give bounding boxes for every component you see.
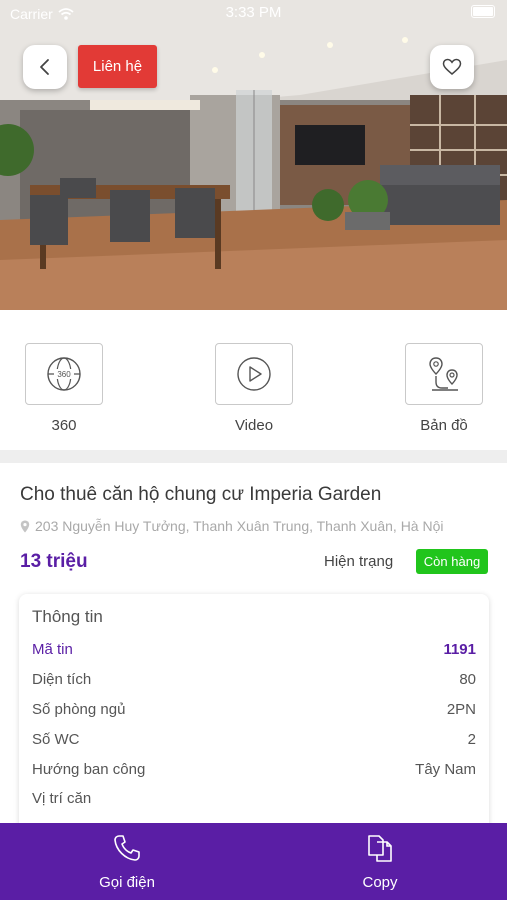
info-row-bathrooms: Số WC 2: [32, 729, 476, 753]
call-button[interactable]: Gọi điện: [0, 823, 254, 900]
copy-icon: [368, 835, 392, 862]
copy-button[interactable]: Copy: [253, 823, 507, 900]
info-key: Số WC: [32, 731, 80, 748]
info-key: Diện tích: [32, 671, 92, 688]
info-row-area: Diện tích 80: [32, 669, 476, 693]
chevron-left-icon: [40, 59, 49, 75]
contact-button[interactable]: Liên hệ: [78, 45, 157, 88]
play-icon: [237, 357, 271, 391]
info-key: Vị trí căn: [32, 790, 92, 807]
status-label: Hiện trạng: [324, 553, 394, 570]
media-video-box[interactable]: [215, 343, 293, 405]
back-button[interactable]: [23, 45, 67, 89]
info-row-listing-id: Mã tin 1191: [32, 639, 476, 663]
info-value: 2PN: [446, 701, 476, 718]
info-row-unit-position: Vị trí căn: [32, 788, 476, 812]
listing-title: Cho thuê căn hộ chung cư Imperia Garden: [20, 484, 382, 505]
info-key: Mã tin: [32, 641, 73, 658]
call-icon-wrap: [0, 833, 254, 863]
media-map-box[interactable]: [405, 343, 483, 405]
info-value: Tây Nam: [415, 761, 476, 778]
listing-address: 203 Nguyễn Huy Tưởng, Thanh Xuân Trung, …: [20, 518, 443, 534]
panorama-360-icon: 360: [47, 357, 81, 391]
media-360-button[interactable]: 360 360: [25, 343, 103, 434]
location-pin-icon: [20, 520, 30, 532]
favorite-button[interactable]: [430, 45, 474, 89]
svg-text:360: 360: [57, 370, 71, 379]
media-video-label: Video: [234, 417, 274, 434]
call-label: Gọi điện: [99, 874, 155, 891]
status-bar: Carrier 3:33 PM: [0, 0, 507, 26]
apartment-interior-image: [0, 0, 507, 310]
media-video-button[interactable]: Video: [215, 343, 293, 434]
copy-label: Copy: [362, 874, 398, 891]
media-360-label: 360: [51, 417, 77, 434]
status-badge: Còn hàng: [416, 549, 488, 574]
info-value: 1191: [443, 641, 476, 658]
info-value: 80: [459, 671, 476, 688]
copy-icon-wrap: [253, 833, 507, 863]
listing-price: 13 triệu: [20, 551, 88, 572]
info-card: Thông tin Mã tin 1191 Diện tích 80 Số ph…: [19, 594, 489, 854]
info-card-title: Thông tin: [32, 607, 103, 626]
heart-icon: [442, 58, 462, 75]
map-route-icon: [429, 357, 458, 391]
section-divider: [0, 450, 507, 463]
phone-icon: [114, 835, 140, 861]
media-map-label: Bản đồ: [420, 417, 468, 434]
listing-photo[interactable]: Carrier 3:33 PM Liên hệ: [0, 0, 507, 310]
info-key: Hướng ban công: [32, 761, 146, 778]
info-row-bedrooms: Số phòng ngủ 2PN: [32, 699, 476, 723]
media-360-box[interactable]: 360: [25, 343, 103, 405]
media-map-button[interactable]: Bản đồ: [405, 343, 483, 434]
media-options: 360 360 Video Bản đồ: [0, 310, 507, 450]
battery-icon: [471, 5, 495, 18]
listing-details: Cho thuê căn hộ chung cư Imperia Garden …: [0, 463, 507, 854]
bottom-action-bar: Gọi điện Copy: [0, 823, 507, 900]
address-text: 203 Nguyễn Huy Tưởng, Thanh Xuân Trung, …: [35, 518, 444, 534]
info-value: 2: [467, 731, 476, 748]
status-time: 3:33 PM: [225, 4, 282, 21]
info-key: Số phòng ngủ: [32, 701, 126, 718]
info-row-balcony-direction: Hướng ban công Tây Nam: [32, 759, 476, 783]
